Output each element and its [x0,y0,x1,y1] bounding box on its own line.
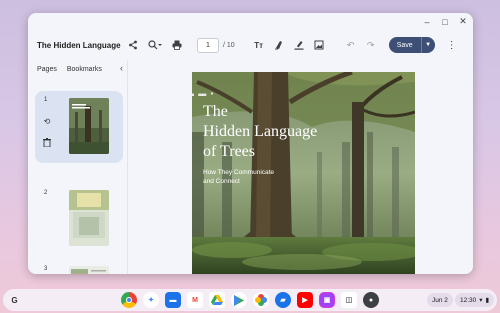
gmail-icon[interactable]: M [187,292,203,308]
more-options-icon[interactable]: ⋮ [447,40,457,51]
print-icon[interactable] [169,37,185,53]
page-total-label: / 10 [223,41,235,49]
draw-icon[interactable] [291,37,307,53]
save-button[interactable]: Save [388,37,421,53]
minimize-button[interactable]: – [421,16,433,28]
image-insert-icon[interactable] [311,37,327,53]
cover-decoration: ▬ ▬ ▪ [192,89,215,98]
youtube-icon[interactable]: ▶ [297,292,313,308]
thumbnail-image [69,266,109,274]
thumbnail-number: 1 [44,97,48,103]
thumbnail-sidebar: Pages Bookmarks ‹ 1 ⟲ 2 3 [28,60,128,274]
highlighter-icon[interactable] [271,37,287,53]
sidebar-tabs: Pages Bookmarks [28,60,127,78]
camera-icon[interactable]: ● [363,292,379,308]
thumbnail-image [69,190,109,246]
tab-pages[interactable]: Pages [37,66,57,73]
viewer-toolbar: The Hidden Language of... 1 / 10 Tт ↶ ↷ … [28,30,473,60]
assistant-icon[interactable]: ✦ [143,292,159,308]
save-dropdown-icon[interactable]: ▼ [420,37,435,53]
rotate-icon[interactable]: ⟲ [41,115,53,127]
collapse-sidebar-icon[interactable]: ‹ [120,63,123,73]
document-viewer[interactable]: ▬ ▬ ▪ The Hidden Language of Trees How T… [129,60,473,274]
page-number-input[interactable]: 1 [197,37,219,53]
thumbnail-page-3[interactable]: 3 [35,258,123,274]
play-store-icon[interactable] [231,292,247,308]
status-tray[interactable]: 12:30 ▾ ▮ [455,293,495,307]
messages-icon[interactable]: ▰ [275,292,291,308]
tab-bookmarks[interactable]: Bookmarks [67,66,102,73]
save-button-group: Save ▼ [388,37,435,53]
taskbar-shelf: G ✦ ▬ M ▰ ▶ ▣ ◫ ● Jun 2 12:30 ▾ ▮ [3,289,497,311]
close-button[interactable]: ✕ [457,16,469,28]
zoom-icon[interactable] [145,37,165,53]
document-title: The Hidden Language of... [37,40,123,50]
pinned-apps: ✦ ▬ M ▰ ▶ ▣ ◫ ● [121,292,379,308]
date-pill[interactable]: Jun 2 [427,293,453,307]
pdf-app-icon[interactable]: ▣ [319,292,335,308]
undo-icon[interactable]: ↶ [343,37,359,53]
files-icon[interactable]: ▬ [165,292,181,308]
thumbnail-page-2[interactable]: 2 [35,184,123,254]
launcher-icon[interactable]: G [7,293,22,308]
drive-icon[interactable] [209,292,225,308]
photos-icon[interactable] [253,292,269,308]
thumbnail-image [69,98,109,154]
thumbnail-number: 3 [44,266,48,272]
maximize-button[interactable]: □ [439,16,451,28]
thumbnail-number: 2 [44,190,48,196]
cover-title: The Hidden Language of Trees [203,103,318,160]
text-tool-icon[interactable]: Tт [251,37,267,53]
wifi-icon: ▾ [479,297,483,304]
delete-icon[interactable] [41,136,53,148]
share-icon[interactable] [125,37,141,53]
battery-icon: ▮ [485,297,490,304]
chrome-icon[interactable] [121,292,137,308]
pdf-page-cover: ▬ ▬ ▪ The Hidden Language of Trees How T… [192,72,415,274]
clock: 12:30 [460,296,477,304]
window-titlebar: – □ ✕ [28,13,473,30]
thumbnail-page-1[interactable]: 1 ⟲ [35,91,123,163]
redo-icon[interactable]: ↷ [363,37,379,53]
pdf-viewer-window: – □ ✕ The Hidden Language of... 1 / 10 T… [28,13,473,274]
cover-subtitle: How They Communicate and Connect [203,169,275,185]
gallery-icon[interactable]: ◫ [341,292,357,308]
